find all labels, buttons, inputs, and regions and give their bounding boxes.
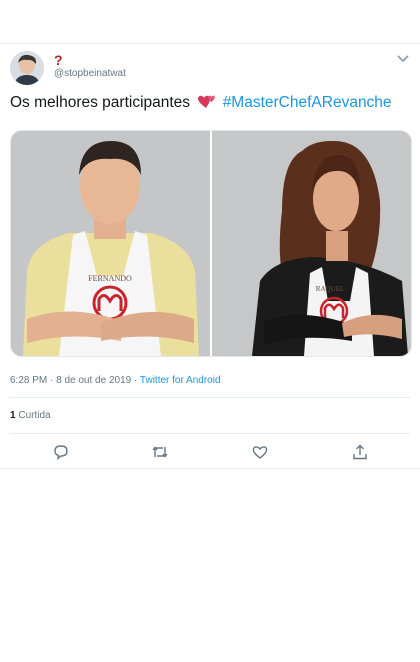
- chevron-down-icon[interactable]: [396, 53, 410, 63]
- tweet-metadata: 6:28 PM · 8 de out de 2019 · Twitter for…: [10, 375, 221, 386]
- tweet-text: Os melhores participantes #MasterChefARe…: [10, 93, 392, 112]
- likes-label: Curtida: [18, 410, 51, 421]
- tweet-text-body: Os melhores participantes: [10, 94, 191, 111]
- apron-name-left: FERNANDO: [88, 274, 132, 283]
- hashtag-link[interactable]: #MasterChefARevanche: [223, 94, 392, 111]
- photo-right[interactable]: RAQUEL: [212, 131, 411, 356]
- tweet-source-link[interactable]: Twitter for Android: [140, 375, 221, 386]
- divider: [10, 397, 410, 398]
- avatar[interactable]: [10, 51, 44, 85]
- like-icon[interactable]: [251, 443, 269, 461]
- divider: [0, 468, 420, 469]
- avatar-image: [10, 51, 44, 85]
- timestamp[interactable]: 6:28 PM · 8 de out de 2019: [10, 375, 131, 386]
- divider: [10, 433, 410, 434]
- apron-name-right: RAQUEL: [316, 285, 344, 293]
- metadata-separator: ·: [131, 375, 140, 386]
- photo-left[interactable]: FERNANDO: [11, 131, 210, 356]
- user-handle[interactable]: @stopbeinatwat: [54, 68, 126, 79]
- share-icon[interactable]: [351, 443, 369, 461]
- retweet-icon[interactable]: [151, 443, 169, 461]
- display-name[interactable]: ?: [54, 52, 63, 68]
- reply-icon[interactable]: [52, 443, 70, 461]
- top-divider: [0, 43, 420, 44]
- photo-left-image: FERNANDO: [11, 131, 210, 356]
- photo-right-image: RAQUEL: [212, 131, 411, 356]
- likes-count[interactable]: 1 Curtida: [10, 410, 51, 421]
- tweet-media[interactable]: FERNANDO RAQUEL: [10, 130, 412, 357]
- two-hearts-emoji: [198, 95, 216, 108]
- likes-number: 1: [10, 410, 16, 421]
